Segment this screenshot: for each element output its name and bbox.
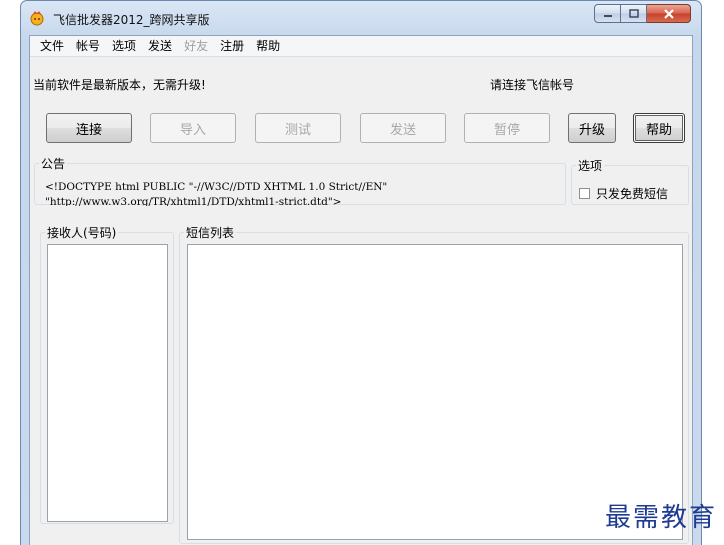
test-button[interactable]: 测试 xyxy=(255,113,341,143)
checkbox-unchecked-icon[interactable] xyxy=(579,188,590,199)
minimize-button[interactable] xyxy=(594,4,621,23)
notice-text: <!DOCTYPE html PUBLIC "-//W3C//DTD XHTML… xyxy=(45,180,560,206)
watermark-text: 最需教育 xyxy=(605,503,718,533)
client-area: 文件 帐号 选项 发送 好友 注册 帮助 当前软件是最新版本，无需升级! 请连接… xyxy=(29,35,693,545)
maximize-button[interactable] xyxy=(621,4,647,23)
send-button[interactable]: 发送 xyxy=(360,113,446,143)
pause-button[interactable]: 暂停 xyxy=(464,113,550,143)
window-title: 飞信批发器2012_跨网共享版 xyxy=(53,13,210,27)
notice-line-2: "http://www.w3.org/TR/xhtml1/DTD/xhtml1-… xyxy=(45,196,342,206)
fetion-app-icon xyxy=(30,11,44,26)
free-sms-checkbox[interactable]: 只发免费短信 xyxy=(579,185,668,202)
options-group: 选项 只发免费短信 xyxy=(571,157,689,205)
close-icon xyxy=(663,8,674,19)
recipients-list[interactable] xyxy=(47,244,168,522)
notice-legend: 公告 xyxy=(41,157,66,171)
maximize-icon xyxy=(628,9,639,18)
upgrade-button[interactable]: 升级 xyxy=(568,113,616,143)
notice-group: 公告 <!DOCTYPE html PUBLIC "-//W3C//DTD XH… xyxy=(34,155,566,206)
menu-friends[interactable]: 好友 xyxy=(178,36,214,56)
notice-line-1: <!DOCTYPE html PUBLIC "-//W3C//DTD XHTML… xyxy=(45,181,388,193)
help-button[interactable]: 帮助 xyxy=(633,113,685,143)
app-window: 飞信批发器2012_跨网共享版 文件 帐号 选项 发送 好友 注册 帮助 当前软… xyxy=(20,0,702,545)
menu-account[interactable]: 帐号 xyxy=(70,36,106,56)
close-button[interactable] xyxy=(647,4,691,23)
sms-list-legend: 短信列表 xyxy=(186,226,235,240)
free-sms-label: 只发免费短信 xyxy=(596,187,669,201)
recipients-legend: 接收人(号码) xyxy=(47,226,117,240)
sms-list[interactable] xyxy=(187,244,683,540)
connect-button[interactable]: 连接 xyxy=(46,113,132,143)
menu-file[interactable]: 文件 xyxy=(34,36,70,56)
menu-bar: 文件 帐号 选项 发送 好友 注册 帮助 xyxy=(30,36,692,57)
import-button[interactable]: 导入 xyxy=(150,113,236,143)
minimize-icon xyxy=(603,14,612,17)
menu-send[interactable]: 发送 xyxy=(142,36,178,56)
title-bar[interactable]: 飞信批发器2012_跨网共享版 xyxy=(21,1,701,35)
options-legend: 选项 xyxy=(578,159,603,173)
menu-options[interactable]: 选项 xyxy=(106,36,142,56)
login-status-text: 请连接飞信帐号 xyxy=(490,78,575,92)
menu-help[interactable]: 帮助 xyxy=(250,36,286,56)
caption-buttons xyxy=(594,4,691,24)
version-status-text: 当前软件是最新版本，无需升级! xyxy=(33,78,206,92)
menu-register[interactable]: 注册 xyxy=(214,36,250,56)
